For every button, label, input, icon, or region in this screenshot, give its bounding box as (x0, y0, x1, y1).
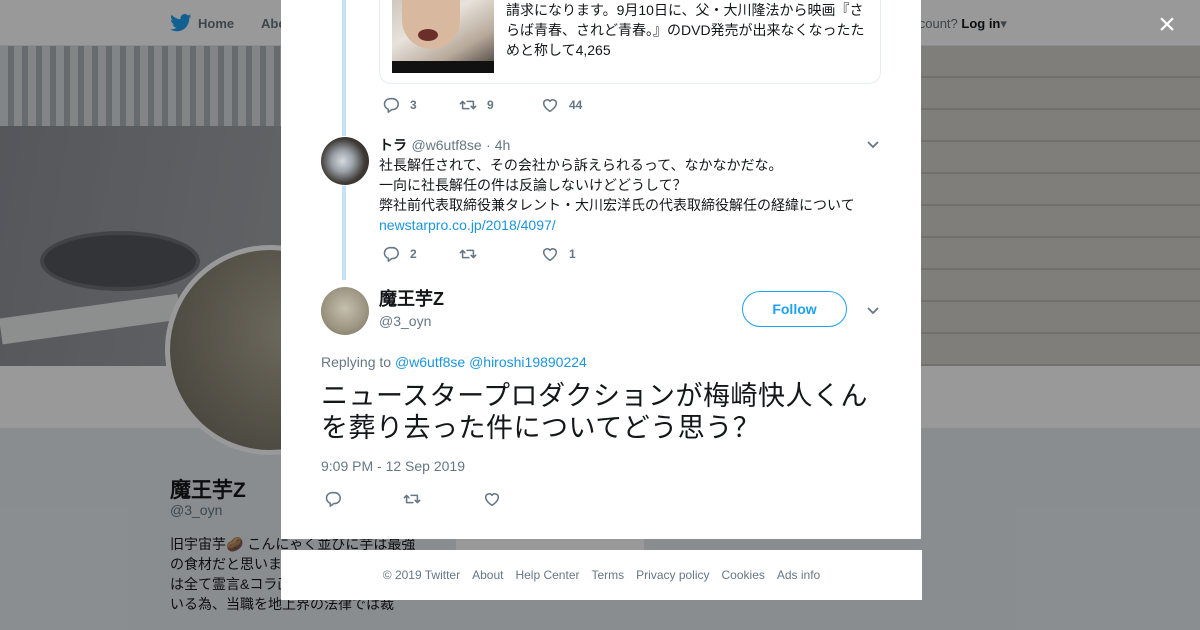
like-icon (542, 248, 558, 262)
main-tweet-avatar[interactable] (321, 287, 369, 335)
reply-count: 3 (410, 98, 417, 112)
quoted-tweet-card[interactable]: 父親にまで訴えられました。合計6,265万円にの損害賠償請求になります。9月10… (379, 0, 881, 84)
main-tweet-actions (324, 490, 501, 508)
thread-line (342, 0, 346, 136)
close-icon[interactable]: × (1152, 10, 1182, 40)
footer-link-about[interactable]: About (472, 568, 503, 582)
main-tweet-name: 魔王芋Z (379, 289, 444, 309)
footer-link-terms[interactable]: Terms (591, 568, 624, 582)
tweet2-avatar[interactable] (321, 137, 369, 185)
follow-button[interactable]: Follow (742, 291, 847, 327)
reply-button[interactable] (324, 490, 403, 508)
footer-link-privacy-policy[interactable]: Privacy policy (636, 568, 709, 582)
retweet-count: 9 (487, 98, 494, 112)
reply-button[interactable]: 2 (382, 245, 459, 263)
thumbnail-mouth (418, 29, 438, 41)
tweet2-link[interactable]: newstarpro.co.jp/2018/4097/ (379, 217, 556, 233)
main-tweet-timestamp[interactable]: 9:09 PM - 12 Sep 2019 (321, 458, 465, 474)
like-button[interactable]: 1 (541, 245, 576, 263)
tweet2-name[interactable]: トラ (379, 137, 407, 153)
tweet2-actions: 2 1 (382, 245, 576, 263)
like-icon (542, 99, 558, 113)
reply-count: 2 (410, 247, 417, 261)
like-count: 44 (569, 98, 583, 112)
mention-link[interactable]: @w6utf8se (395, 354, 465, 370)
footer-link-help-center[interactable]: Help Center (515, 568, 579, 582)
tweet2-line: 社長解任されて、その会社から訴えられるって、なかなかだな。 (379, 157, 783, 173)
retweet-icon (459, 249, 477, 259)
tweet2-line: 弊社前代表取締役兼タレント・大川宏洋氏の代表取締役解任の経緯について (379, 197, 855, 213)
main-tweet-author[interactable]: 魔王芋Z @3_oyn (379, 288, 444, 329)
like-icon (484, 493, 500, 507)
main-tweet-handle: @3_oyn (379, 313, 432, 329)
retweet-button[interactable] (459, 245, 541, 263)
retweet-button[interactable]: 9 (459, 96, 541, 114)
like-count: 1 (569, 247, 576, 261)
retweet-icon (459, 100, 477, 110)
tweet2-line: 一向に社長解任の件は反論しないけどどうして？ (379, 177, 687, 193)
like-button[interactable]: 44 (541, 96, 582, 114)
mention-link[interactable]: @hiroshi19890224 (469, 354, 587, 370)
quoted-tweet-text: 父親にまで訴えられました。合計6,265万円にの損害賠償請求になります。9月10… (506, 2, 865, 58)
reply-icon (383, 246, 399, 262)
tweet2-handle[interactable]: @w6utf8se (411, 137, 481, 153)
tweet1-actions: 3 9 44 (382, 96, 582, 114)
thumbnail-strip (392, 61, 494, 73)
footer-link-cookies[interactable]: Cookies (722, 568, 765, 582)
main-tweet-text: ニュースタープロダクションが梅崎快人くんを葬り去った件についてどう思う？ (321, 381, 869, 443)
tweet2-header: トラ @w6utf8se · 4h (379, 135, 510, 155)
reply-icon (325, 491, 341, 507)
chevron-down-icon[interactable] (866, 303, 880, 317)
retweet-button[interactable] (403, 490, 483, 508)
tweet-modal: 父親にまで訴えられました。合計6,265万円にの損害賠償請求になります。9月10… (281, 0, 921, 539)
like-button[interactable] (483, 490, 501, 508)
thumbnail-face (402, 0, 460, 49)
tweet2-time[interactable]: · 4h (486, 137, 510, 153)
replying-to: Replying to @w6utf8se @hiroshi19890224 (321, 354, 587, 370)
footer-copyright: © 2019 Twitter (382, 568, 461, 582)
thread-line (342, 186, 346, 280)
retweet-icon (403, 494, 421, 504)
footer-link-ads-info[interactable]: Ads info (777, 568, 820, 582)
quoted-tweet-thumbnail (392, 0, 494, 73)
reply-icon (383, 97, 399, 113)
reply-button[interactable]: 3 (382, 96, 459, 114)
modal-footer: © 2019 Twitter About Help Center Terms P… (281, 550, 922, 600)
replying-prefix: Replying to (321, 354, 392, 370)
tweet2-text: 社長解任されて、その会社から訴えられるって、なかなかだな。 一向に社長解任の件は… (379, 155, 899, 235)
chevron-down-icon[interactable] (866, 137, 880, 151)
